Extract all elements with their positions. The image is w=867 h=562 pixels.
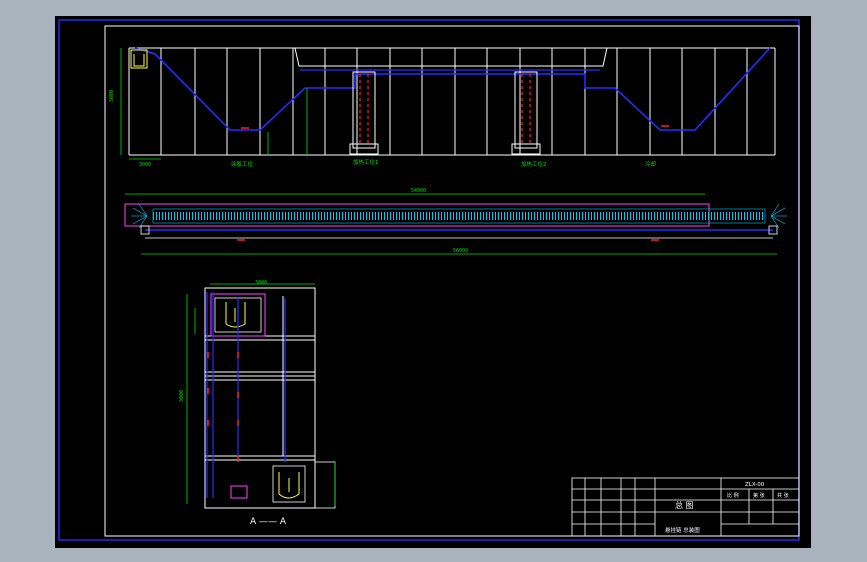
title-scale-label: 比 例 [727,492,739,499]
outer-border [58,19,800,541]
cad-viewport[interactable]: 3000 3000 涂胶工位 加热工位1 加热工位2 冷却 54000 5600… [55,16,811,548]
station-2-label: 加热工位2 [521,160,547,168]
title-company: 悬挂链 总装图 [665,526,700,534]
left-station-label: 涂胶工位 [231,160,254,168]
title-drawing-no: ZLX-00 [745,482,765,488]
title-material-label: 共 张 [777,492,789,499]
right-station-label: 冷却 [645,160,657,168]
dim-long-label: 54000 [411,188,426,194]
dim-top-label: 3000 [109,90,115,102]
section-label: A —— A [250,517,287,527]
dim-frame-w-label: 3000 [255,280,267,286]
title-drawing-name: 总 图 [675,500,694,510]
cad-drawing: 3000 3000 涂胶工位 加热工位1 加热工位2 冷却 54000 5600… [58,19,800,541]
title-sheet-label: 第 张 [753,492,765,499]
station-1-label: 加热工位1 [353,158,379,166]
dim-bottom-label: 3000 [139,162,151,168]
dim-long-bottom-label: 56000 [453,248,468,254]
dim-frame-h-label: 3000 [179,390,185,402]
elevation-view: 3000 3000 涂胶工位 加热工位1 加热工位2 冷却 [109,47,776,168]
section-view: 3000 3000 A —— A [179,280,336,527]
plan-view: 54000 56000 [124,188,787,255]
